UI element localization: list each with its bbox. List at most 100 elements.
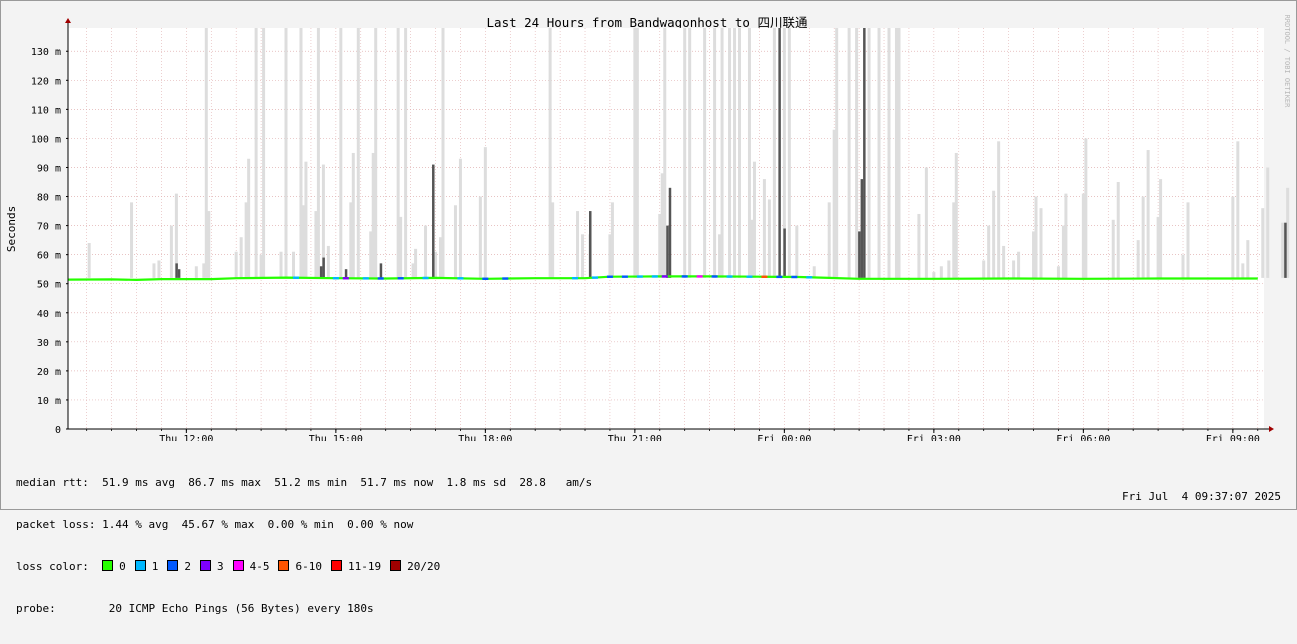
smoke-spike: [855, 28, 859, 278]
x-tick-label: Fri 06:00: [1056, 434, 1110, 441]
y-axis-arrow: [65, 18, 71, 23]
y-tick-label: 30 m: [37, 338, 61, 349]
smoke-spike: [458, 158, 462, 278]
x-tick-label: Thu 18:00: [458, 434, 512, 441]
smoke-spike: [812, 266, 816, 278]
loss-color-label: 6-10: [295, 560, 322, 573]
loss-color-list: 0 1 2 3 4-5 6-10 11-19 20/20: [102, 560, 449, 573]
smoke-spike: [247, 158, 251, 278]
y-tick-labels: 0 10 m 20 m 30 m 40 m 50 m 60 m 70 m 80 m 90 m 100…: [31, 47, 68, 436]
smoke-spike: [262, 28, 266, 278]
smoke-spike: [954, 152, 958, 278]
y-tick-label: 90 m: [37, 163, 61, 174]
smoke-spike: [194, 266, 198, 278]
packet-loss-label: packet loss:: [16, 518, 96, 531]
smoke-spike: [130, 202, 134, 278]
dark-spike: [589, 211, 592, 278]
smoke-spike: [1236, 141, 1240, 278]
y-tick-label: 0: [55, 425, 61, 436]
x-axis-arrow: [1269, 426, 1274, 432]
loss-color-label: loss color:: [16, 560, 89, 573]
smoke-spike: [304, 161, 308, 278]
smoke-spike: [982, 260, 986, 278]
loss-color-label: 0: [119, 560, 126, 573]
smoke-spike: [576, 211, 580, 278]
loss-color-swatch: [330, 560, 342, 571]
smoke-spike: [1261, 208, 1265, 278]
x-tick-label: Fri 03:00: [907, 434, 961, 441]
smoke-spike: [738, 28, 742, 278]
y-tick-label: 130 m: [31, 47, 61, 58]
loss-color-label: 4-5: [249, 560, 270, 573]
loss-marker: [591, 276, 598, 279]
smoke-spike: [453, 205, 457, 278]
loss-marker: [726, 275, 733, 278]
smoke-spike: [635, 28, 639, 278]
smoke-spike: [399, 216, 403, 278]
x-tick-label: Thu 15:00: [309, 434, 363, 441]
smoke-spike: [483, 147, 487, 278]
dark-spike: [432, 164, 435, 278]
smoke-spike: [1084, 138, 1088, 278]
dark-spike: [175, 263, 178, 278]
y-tick-label: 40 m: [37, 309, 61, 320]
x-tick-label: Thu 12:00: [159, 434, 213, 441]
dark-spike: [344, 269, 348, 278]
loss-color-item: 6-10: [278, 560, 322, 573]
smoke-spike: [683, 28, 687, 278]
smoke-spike: [924, 167, 928, 278]
loss-color-swatch: [102, 560, 114, 571]
loss-color-swatch: [134, 560, 146, 571]
loss-color-label: 20/20: [407, 560, 441, 573]
dark-spike: [668, 187, 672, 278]
smoke-spike: [239, 237, 243, 278]
smoke-spike: [316, 28, 320, 278]
smoke-spike: [847, 28, 851, 278]
smoke-spike: [932, 272, 936, 278]
x-tick-label: Fri 09:00: [1206, 434, 1260, 441]
smoke-spike: [284, 28, 288, 278]
loss-marker: [292, 276, 299, 279]
smoke-spike: [279, 251, 283, 278]
x-tick-label: Fri 00:00: [757, 434, 811, 441]
latency-chart: Last 24 Hours from Bandwagonhost to 四川联通…: [5, 15, 1291, 441]
smoke-spike: [835, 28, 839, 278]
loss-marker: [791, 275, 798, 279]
smoke-spike: [1116, 182, 1120, 278]
smoke-spike: [1064, 193, 1068, 278]
y-tick-label: 100 m: [31, 134, 61, 145]
dark-spike: [783, 228, 786, 278]
smoke-spike: [87, 243, 91, 278]
smoke-spike: [254, 28, 258, 278]
smoke-spike: [1241, 263, 1245, 278]
smoke-spike: [234, 251, 238, 278]
probe-label: probe:: [16, 602, 56, 615]
smoke-spike: [581, 234, 585, 278]
smoke-spike: [1141, 196, 1145, 278]
loss-marker: [457, 277, 464, 280]
smoke-spike: [787, 28, 791, 278]
loss-marker: [572, 276, 579, 280]
smoke-spike: [404, 28, 408, 278]
smoke-spike: [1002, 245, 1006, 278]
dark-spike: [666, 225, 669, 278]
smoke-spike: [887, 28, 891, 278]
loss-color-label: 2: [184, 560, 191, 573]
dark-spike: [860, 179, 864, 278]
smoke-spike: [767, 199, 771, 278]
smoke-spike: [713, 28, 717, 278]
smoke-spike: [1246, 240, 1250, 278]
y-tick-label: 60 m: [37, 251, 61, 262]
smoke-spike: [339, 28, 343, 278]
smoke-spike: [1017, 251, 1021, 278]
loss-color-item: 4-5: [232, 560, 270, 573]
loss-marker: [621, 275, 628, 278]
dark-spike: [319, 266, 323, 278]
loss-marker: [661, 275, 668, 278]
loss-marker: [422, 276, 429, 280]
smoke-spike: [867, 28, 871, 278]
loss-color-item: 2: [167, 560, 191, 573]
packet-loss-values: 1.44 % avg 45.67 % max 0.00 % min 0.00 %…: [102, 518, 414, 531]
smoke-spike: [1159, 179, 1163, 278]
legend: median rtt: 51.9 ms avg 86.7 ms max 51.2…: [16, 448, 592, 644]
